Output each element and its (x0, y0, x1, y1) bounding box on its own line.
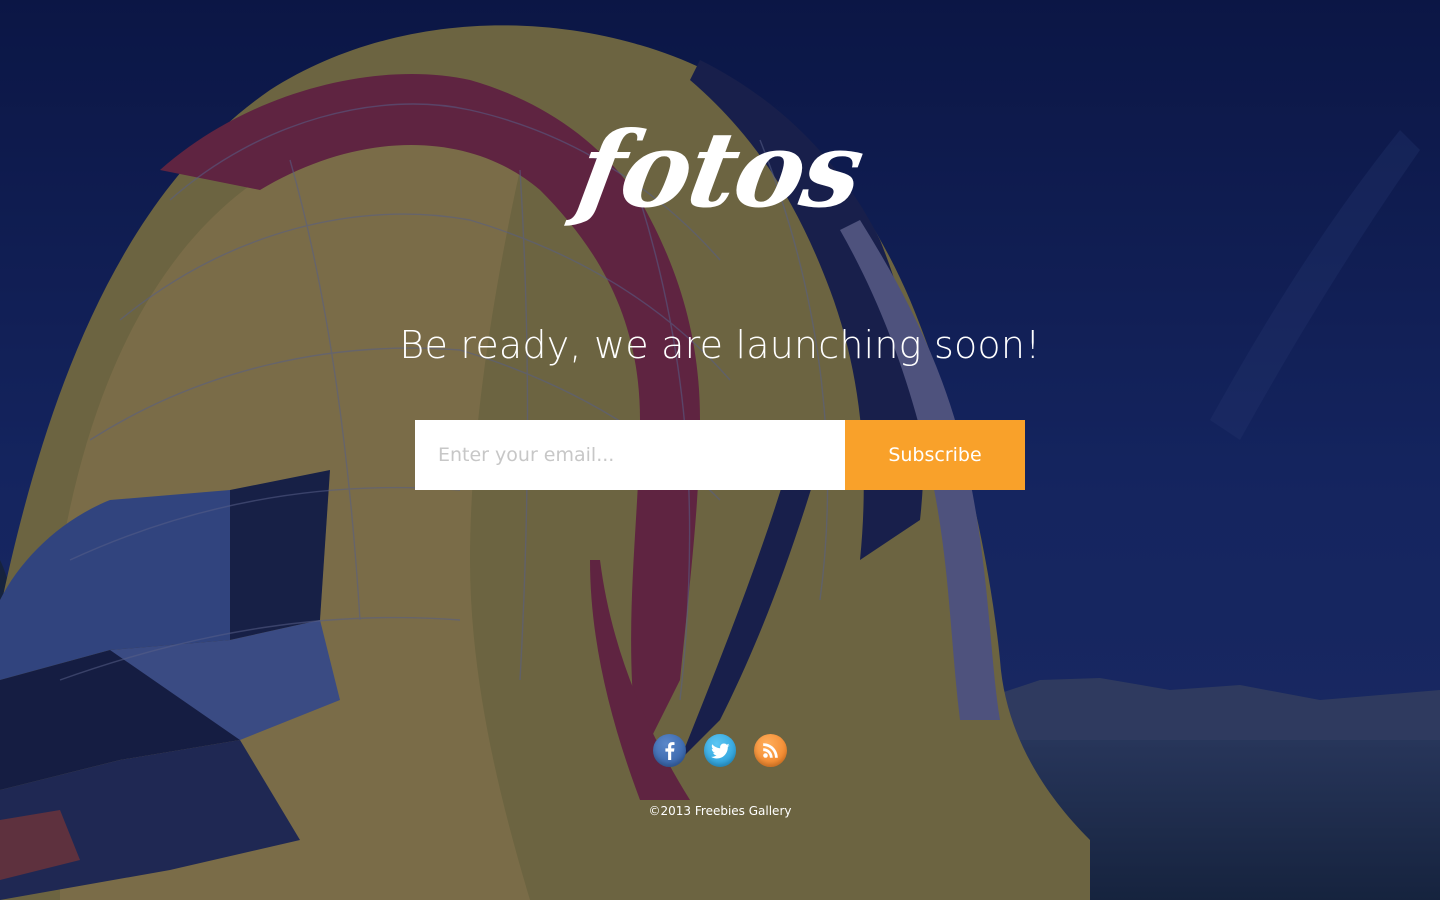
twitter-icon (710, 743, 730, 759)
subscribe-form: Subscribe (415, 420, 1025, 490)
rss-icon (763, 743, 779, 758)
rss-link[interactable] (754, 734, 788, 767)
social-links (653, 734, 788, 768)
subscribe-button[interactable]: Subscribe (845, 420, 1025, 490)
facebook-link[interactable] (653, 734, 686, 767)
tagline: Be ready, we are launching soon! (399, 323, 1041, 367)
twitter-link[interactable] (703, 734, 737, 767)
copyright-text: ©2013 Freebies Gallery (648, 804, 792, 818)
facebook-icon (665, 742, 675, 760)
logo: fotos (569, 108, 871, 231)
email-input[interactable] (415, 420, 845, 490)
